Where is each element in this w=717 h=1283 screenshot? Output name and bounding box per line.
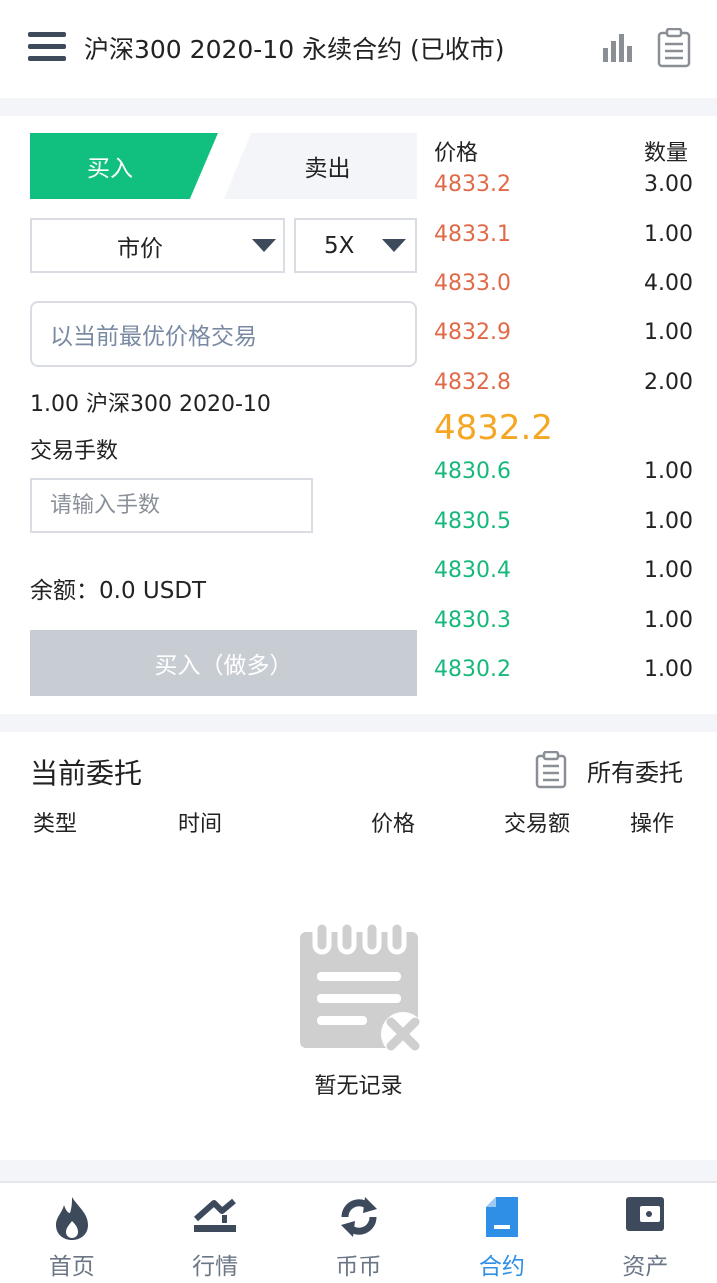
ask-row[interactable]: 4833.0 4.00 <box>434 271 696 301</box>
ask-row[interactable]: 4833.2 3.00 <box>434 172 696 202</box>
bid-qty: 1.00 <box>644 608 693 633</box>
market-trend-icon <box>194 1198 237 1232</box>
ask-row[interactable]: 4833.1 1.00 <box>434 222 696 252</box>
bid-price: 4830.3 <box>434 608 511 633</box>
bid-price: 4830.5 <box>434 509 511 534</box>
flame-icon <box>55 1197 88 1240</box>
column-header-action: 操作 <box>630 812 675 837</box>
nav-item-assets[interactable]: 资产 <box>574 1183 717 1283</box>
leverage-select[interactable]: 5X <box>294 218 417 273</box>
current-orders-title: 当前委托 <box>30 757 143 790</box>
ask-row[interactable]: 4832.9 1.00 <box>434 320 696 350</box>
column-header-price: 价格 <box>371 812 416 837</box>
nav-label-assets: 资产 <box>622 1254 669 1280</box>
tab-buy[interactable]: 买入 <box>30 133 218 199</box>
bid-qty: 1.00 <box>644 657 693 682</box>
last-price: 4832.2 <box>434 408 553 448</box>
column-header-amount: 交易额 <box>504 812 571 837</box>
caret-down-icon <box>382 239 406 252</box>
order-type-value: 市价 <box>117 235 163 262</box>
ask-qty: 2.00 <box>644 370 693 395</box>
qty-label: 交易手数 <box>30 439 119 464</box>
nav-label-home: 首页 <box>48 1254 95 1280</box>
ask-qty: 1.00 <box>644 222 693 247</box>
contract-info: 1.00 沪深300 2020-10 <box>30 392 271 417</box>
ask-qty: 1.00 <box>644 320 693 345</box>
section-divider <box>0 714 717 732</box>
all-orders-link[interactable]: 所有委托 <box>535 750 683 790</box>
section-divider <box>0 98 717 116</box>
ask-price: 4832.8 <box>434 370 511 395</box>
section-divider <box>0 1160 717 1181</box>
exchange-arrows-icon <box>340 1197 377 1237</box>
bid-row[interactable]: 4830.4 1.00 <box>434 558 696 588</box>
ask-price: 4833.0 <box>434 271 511 296</box>
bid-qty: 1.00 <box>644 459 693 484</box>
tab-sell[interactable]: 卖出 <box>224 133 417 199</box>
ask-qty: 4.00 <box>644 271 693 296</box>
ask-price: 4833.1 <box>434 222 511 247</box>
page-title: 沪深300 2020-10 永续合约 (已收市) <box>84 35 505 64</box>
ask-qty: 3.00 <box>644 172 693 197</box>
bid-qty: 1.00 <box>644 509 693 534</box>
buy-long-button[interactable]: 买入（做多） <box>30 630 417 696</box>
hamburger-menu-icon[interactable] <box>28 32 66 64</box>
column-header-type: 类型 <box>33 812 78 837</box>
balance-text: 余额：0.0 USDT <box>30 578 207 604</box>
empty-state-text: 暂无记录 <box>314 1074 403 1099</box>
order-type-select[interactable]: 市价 <box>30 218 285 273</box>
nav-label-contract: 合约 <box>478 1254 525 1280</box>
leverage-value: 5X <box>324 232 355 259</box>
nav-item-exchange[interactable]: 币币 <box>287 1183 430 1283</box>
empty-record-icon <box>300 920 425 1054</box>
clipboard-icon <box>535 751 567 789</box>
bid-price: 4830.2 <box>434 657 511 682</box>
qty-header: 数量 <box>644 141 689 166</box>
ask-row[interactable]: 4832.8 2.00 <box>434 370 696 400</box>
wallet-icon <box>626 1197 665 1231</box>
bottom-nav: 首页 行情 币币 合约 资产 <box>0 1181 717 1283</box>
bid-price: 4830.4 <box>434 558 511 583</box>
column-header-time: 时间 <box>178 812 223 837</box>
price-header: 价格 <box>434 141 479 166</box>
quantity-input[interactable] <box>30 478 313 533</box>
bid-row[interactable]: 4830.6 1.00 <box>434 459 696 489</box>
ask-price: 4833.2 <box>434 172 511 197</box>
contract-doc-icon <box>485 1197 518 1237</box>
clipboard-icon[interactable] <box>656 28 692 68</box>
bid-row[interactable]: 4830.3 1.00 <box>434 608 696 638</box>
caret-down-icon <box>252 239 276 252</box>
all-orders-label: 所有委托 <box>587 758 683 787</box>
bid-row[interactable]: 4830.2 1.00 <box>434 657 696 687</box>
price-field: 以当前最优价格交易 <box>30 301 417 367</box>
bid-row[interactable]: 4830.5 1.00 <box>434 509 696 539</box>
bid-qty: 1.00 <box>644 558 693 583</box>
nav-item-contract[interactable]: 合约 <box>430 1183 573 1283</box>
nav-item-home[interactable]: 首页 <box>0 1183 143 1283</box>
ask-price: 4832.9 <box>434 320 511 345</box>
nav-label-market: 行情 <box>192 1254 239 1280</box>
nav-item-market[interactable]: 行情 <box>143 1183 286 1283</box>
nav-label-exchange: 币币 <box>335 1254 382 1280</box>
bar-chart-icon[interactable] <box>601 32 635 64</box>
header: 沪深300 2020-10 永续合约 (已收市) <box>0 0 717 98</box>
bid-price: 4830.6 <box>434 459 511 484</box>
